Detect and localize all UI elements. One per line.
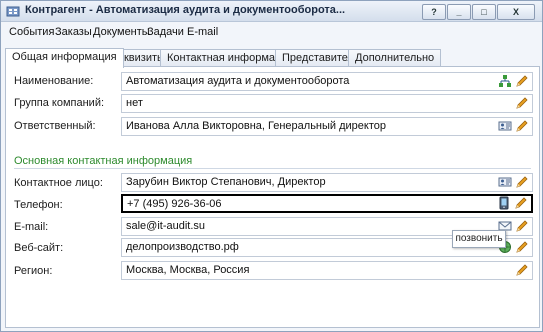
responsible-label: Ответственный: <box>14 120 96 132</box>
email-label: E-mail: <box>14 221 49 233</box>
contact-person-label: Контактное лицо: <box>14 177 103 189</box>
menu-documents[interactable]: Документы <box>93 26 150 38</box>
region-value: Москва, Москва, Россия <box>126 264 250 276</box>
menu-events[interactable]: События <box>9 26 54 38</box>
section-divider <box>14 168 531 169</box>
tab-additional[interactable]: Дополнительно <box>348 49 442 67</box>
group-value: нет <box>126 97 143 109</box>
contractor-window: Контрагент - Автоматизация аудита и доку… <box>0 0 543 332</box>
menu-bar: События Заказы Документы Задачи E-mail <box>1 22 542 42</box>
edit-pencil-icon[interactable] <box>515 96 529 110</box>
email-value: sale@it-audit.su <box>126 220 206 232</box>
section-title: Основная контактная информация <box>14 155 193 167</box>
phone-label: Телефон: <box>14 199 63 211</box>
contractor-icon <box>6 6 20 17</box>
org-structure-icon[interactable] <box>498 74 512 88</box>
general-info-panel: Наименование: Автоматизация аудита и док… <box>5 66 540 328</box>
contact-person-field[interactable]: Зарубин Виктор Степанович, Директор <box>121 173 533 192</box>
phone-value: +7 (495) 926-36-06 <box>127 198 222 210</box>
group-label: Группа компаний: <box>14 97 105 109</box>
menu-tasks[interactable]: Задачи <box>147 26 184 38</box>
responsible-value: Иванова Алла Викторовна, Генеральный дир… <box>126 120 386 132</box>
region-field[interactable]: Москва, Москва, Россия <box>121 261 533 280</box>
name-label: Наименование: <box>14 75 94 87</box>
edit-pencil-icon[interactable] <box>514 196 528 210</box>
region-label: Регион: <box>14 265 53 277</box>
website-label: Веб-сайт: <box>14 242 64 254</box>
help-button[interactable]: ? <box>422 4 446 20</box>
phone-icon[interactable] <box>497 196 511 210</box>
name-value: Автоматизация аудита и документооборота <box>126 75 350 87</box>
call-tooltip: позвонить <box>452 230 506 248</box>
edit-pencil-icon[interactable] <box>515 119 529 133</box>
window-title: Контрагент - Автоматизация аудита и доку… <box>25 4 346 16</box>
close-button[interactable]: X <box>497 4 535 20</box>
contact-person-value: Зарубин Виктор Степанович, Директор <box>126 176 326 188</box>
phone-field[interactable]: +7 (495) 926-36-06 <box>121 194 533 213</box>
website-value: делопроизводство.рф <box>126 241 239 253</box>
edit-pencil-icon[interactable] <box>515 175 529 189</box>
group-field[interactable]: нет <box>121 94 533 113</box>
edit-pencil-icon[interactable] <box>515 219 529 233</box>
name-field[interactable]: Автоматизация аудита и документооборота <box>121 72 533 91</box>
edit-pencil-icon[interactable] <box>515 263 529 277</box>
edit-pencil-icon[interactable] <box>515 74 529 88</box>
menu-orders[interactable]: Заказы <box>55 26 92 38</box>
maximize-button[interactable]: □ <box>472 4 496 20</box>
edit-pencil-icon[interactable] <box>515 240 529 254</box>
responsible-field[interactable]: Иванова Алла Викторовна, Генеральный дир… <box>121 117 533 136</box>
minimize-button[interactable]: _ <box>447 4 471 20</box>
contact-card-icon[interactable] <box>498 119 512 133</box>
tab-general[interactable]: Общая информация <box>5 48 124 68</box>
contact-card-icon[interactable] <box>498 175 512 189</box>
title-bar[interactable]: Контрагент - Автоматизация аудита и доку… <box>1 1 542 22</box>
menu-email[interactable]: E-mail <box>187 26 218 38</box>
